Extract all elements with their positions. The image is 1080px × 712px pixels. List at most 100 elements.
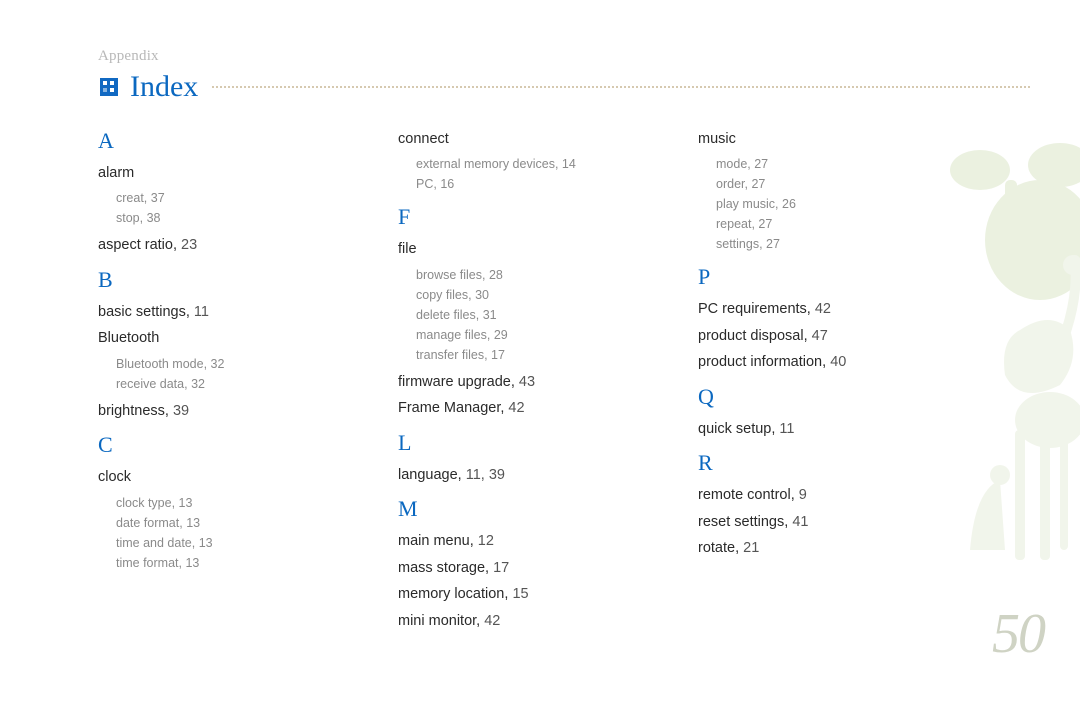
index-columns: Aalarmcreat, 37stop, 38aspect ratio, 23B… bbox=[98, 128, 928, 636]
index-letter-heading: Q bbox=[698, 384, 928, 410]
index-sub-entry: transfer files, 17 bbox=[416, 345, 628, 365]
entry-page: 40 bbox=[830, 354, 846, 370]
sub-entry-page: 32 bbox=[211, 357, 225, 371]
index-entry: brightness, 39 bbox=[98, 400, 328, 422]
entry-label: alarm bbox=[98, 165, 134, 181]
sub-entry-page: 27 bbox=[766, 237, 780, 251]
index-letter-heading: A bbox=[98, 128, 328, 154]
entry-page: 41 bbox=[792, 514, 808, 530]
index-sub-entry: date format, 13 bbox=[116, 513, 328, 533]
index-sub-entry: time and date, 13 bbox=[116, 533, 328, 553]
index-letter-heading: C bbox=[98, 432, 328, 458]
entry-label: product disposal bbox=[698, 328, 804, 344]
entry-label: mini monitor bbox=[398, 613, 476, 629]
entry-label: file bbox=[398, 241, 417, 257]
entry-label: main menu bbox=[398, 533, 470, 549]
page-number: 50 bbox=[992, 602, 1044, 666]
sub-entry-page: 28 bbox=[489, 268, 503, 282]
index-letter-heading: B bbox=[98, 267, 328, 293]
index-sub-entry: manage files, 29 bbox=[416, 325, 628, 345]
index-entry: aspect ratio, 23 bbox=[98, 234, 328, 256]
sub-entry-page: 27 bbox=[754, 157, 768, 171]
index-sub-entry: stop, 38 bbox=[116, 208, 328, 228]
index-entry: mass storage, 17 bbox=[398, 557, 628, 579]
index-letter-heading: R bbox=[698, 450, 928, 476]
sub-entry-page: 16 bbox=[440, 177, 454, 191]
sub-entry-page: 29 bbox=[494, 328, 508, 342]
entry-page: 15 bbox=[512, 586, 528, 602]
index-entry: reset settings, 41 bbox=[698, 511, 928, 533]
sub-entry-label: time format bbox=[116, 556, 179, 570]
entry-label: language bbox=[398, 467, 458, 483]
entry-page: 42 bbox=[508, 400, 524, 416]
sub-entry-label: stop bbox=[116, 211, 140, 225]
entry-label: aspect ratio bbox=[98, 237, 173, 253]
index-entry: file bbox=[398, 238, 628, 260]
sub-entry-page: 13 bbox=[186, 516, 200, 530]
sub-entry-page: 30 bbox=[475, 288, 489, 302]
page-title: Index bbox=[130, 70, 198, 104]
sub-entry-label: date format bbox=[116, 516, 179, 530]
sub-entry-label: browse files bbox=[416, 268, 482, 282]
sub-entry-list: Bluetooth mode, 32receive data, 32 bbox=[116, 354, 328, 394]
index-sub-entry: Bluetooth mode, 32 bbox=[116, 354, 328, 374]
entry-page: 11 bbox=[194, 304, 209, 320]
index-column: connect external memory devices, 14PC, 16… bbox=[398, 128, 628, 636]
index-sub-entry: order, 27 bbox=[716, 174, 928, 194]
index-sub-entry: receive data, 32 bbox=[116, 374, 328, 394]
index-sub-entry: PC, 16 bbox=[416, 174, 628, 194]
entry-page: 17 bbox=[493, 560, 509, 576]
index-entry: memory location, 15 bbox=[398, 583, 628, 605]
entry-page: 47 bbox=[812, 328, 828, 344]
index-entry: alarm bbox=[98, 162, 328, 184]
sub-entry-label: Bluetooth mode bbox=[116, 357, 204, 371]
sub-entry-label: PC bbox=[416, 177, 433, 191]
entry-label: rotate bbox=[698, 540, 735, 556]
entry-page: 43 bbox=[519, 374, 535, 390]
index-entry: basic settings, 11 bbox=[98, 301, 328, 323]
index-sub-entry: mode, 27 bbox=[716, 154, 928, 174]
index-letter-heading: L bbox=[398, 430, 628, 456]
sub-entry-page: 38 bbox=[147, 211, 161, 225]
entry-page: 9 bbox=[799, 487, 807, 503]
section-label-appendix: Appendix bbox=[98, 48, 159, 65]
sub-entry-page: 17 bbox=[491, 348, 505, 362]
sub-entry-label: manage files bbox=[416, 328, 487, 342]
index-letter-heading: P bbox=[698, 264, 928, 290]
sub-entry-label: copy files bbox=[416, 288, 468, 302]
entry-page: 23 bbox=[181, 237, 197, 253]
index-entry: firmware upgrade, 43 bbox=[398, 371, 628, 393]
index-entry: remote control, 9 bbox=[698, 484, 928, 506]
index-entry: product information, 40 bbox=[698, 351, 928, 373]
index-sub-entry: settings, 27 bbox=[716, 234, 928, 254]
index-entry: connect bbox=[398, 128, 628, 150]
sub-entry-list: external memory devices, 14PC, 16 bbox=[416, 154, 628, 194]
sub-entry-list: browse files, 28copy files, 30delete fil… bbox=[416, 265, 628, 365]
index-entry: quick setup, 11 bbox=[698, 418, 928, 440]
sub-entry-label: mode bbox=[716, 157, 747, 171]
entry-page: 12 bbox=[478, 533, 494, 549]
entry-label: clock bbox=[98, 469, 131, 485]
entry-page: 11 bbox=[779, 421, 794, 437]
sub-entry-label: transfer files bbox=[416, 348, 484, 362]
decorative-safari-art bbox=[910, 120, 1080, 600]
sub-entry-page: 27 bbox=[751, 177, 765, 191]
index-sub-entry: external memory devices, 14 bbox=[416, 154, 628, 174]
index-sub-entry: delete files, 31 bbox=[416, 305, 628, 325]
index-letter-heading: M bbox=[398, 496, 628, 522]
index-sub-entry: browse files, 28 bbox=[416, 265, 628, 285]
entry-label: Frame Manager bbox=[398, 400, 500, 416]
entry-label: reset settings bbox=[698, 514, 784, 530]
index-entry: Frame Manager, 42 bbox=[398, 397, 628, 419]
index-entry: clock bbox=[98, 466, 328, 488]
entry-label: Bluetooth bbox=[98, 330, 159, 346]
entry-label: product information bbox=[698, 354, 822, 370]
sub-entry-page: 27 bbox=[758, 217, 772, 231]
entry-page: 11, 39 bbox=[466, 467, 505, 483]
entry-label: connect bbox=[398, 131, 449, 147]
index-sub-entry: clock type, 13 bbox=[116, 493, 328, 513]
bullet-icon bbox=[98, 76, 120, 98]
entry-page: 42 bbox=[815, 301, 831, 317]
index-entry: PC requirements, 42 bbox=[698, 298, 928, 320]
index-sub-entry: play music, 26 bbox=[716, 194, 928, 214]
